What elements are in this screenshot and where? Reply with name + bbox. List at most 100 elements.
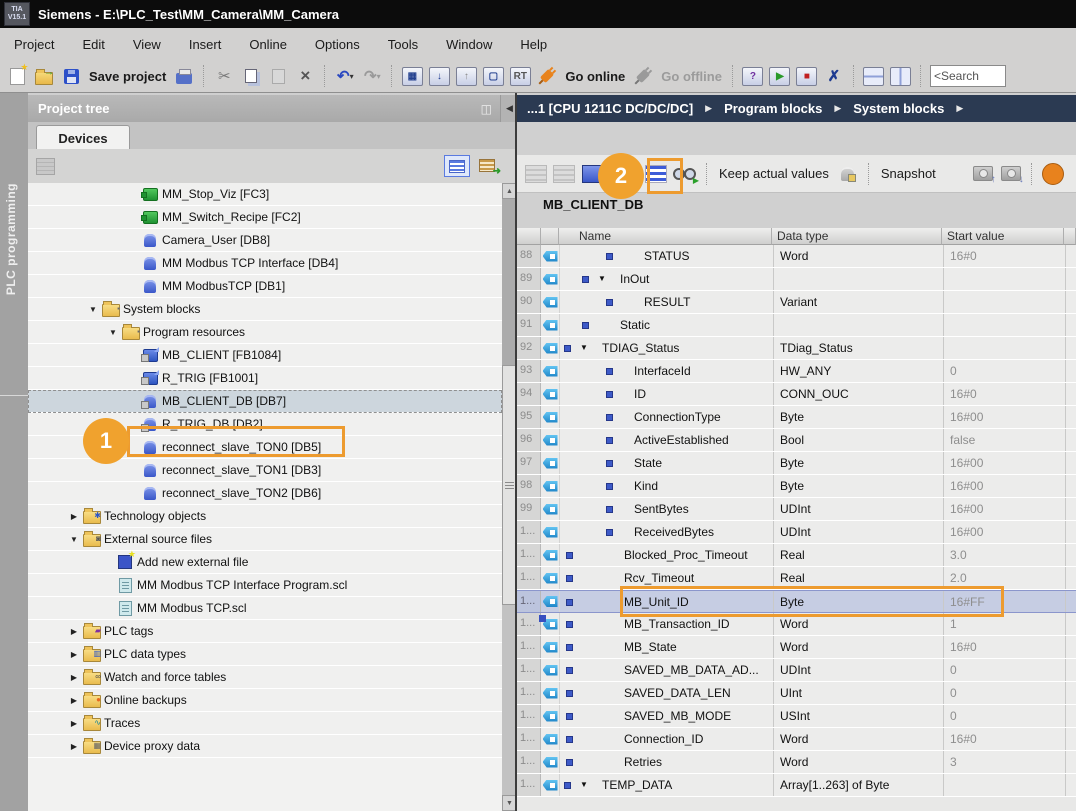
start-value-cell[interactable]: 16#00 <box>944 475 1066 497</box>
name-cell[interactable]: Static <box>560 314 774 336</box>
table-row-saved-data-len[interactable]: 1...SAVED_DATA_LENUInt0 <box>517 682 1076 705</box>
expander-open-icon[interactable]: ▼ <box>105 328 121 337</box>
tree-item-camera-user-db8[interactable]: Camera_User [DB8] <box>28 229 502 252</box>
paste-button[interactable] <box>267 64 289 88</box>
start-value-cell[interactable] <box>944 774 1066 796</box>
go-online-button[interactable] <box>536 64 558 88</box>
online-diagnostics-button[interactable]: ? <box>742 64 764 88</box>
menu-item-online[interactable]: Online <box>235 33 301 56</box>
table-row-static[interactable]: 91Static <box>517 314 1076 337</box>
undo-button[interactable]: ↶▾ <box>334 64 356 88</box>
tree-item-mb-client-db-db7[interactable]: MB_CLIENT_DB [DB7] <box>28 390 502 413</box>
data-type-cell[interactable] <box>774 268 944 290</box>
tree-item-mm-modbus-tcp-scl[interactable]: MM Modbus TCP.scl <box>28 597 502 620</box>
table-row-tdiag-status[interactable]: 92▼TDIAG_StatusTDiag_Status <box>517 337 1076 360</box>
header-name[interactable]: Name <box>559 228 772 245</box>
rail-label[interactable]: PLC programming <box>4 183 18 295</box>
start-value-cell[interactable]: 0 <box>944 360 1066 382</box>
header-start-value[interactable]: Start value <box>942 228 1064 245</box>
name-cell[interactable]: MB_State <box>560 636 774 658</box>
table-row-mb-unit-id[interactable]: 1...MB_Unit_IDByte16#FF <box>517 590 1076 613</box>
data-type-cell[interactable]: TDiag_Status <box>774 337 944 359</box>
name-cell[interactable]: SAVED_DATA_LEN <box>560 682 774 704</box>
name-cell[interactable]: Rcv_Timeout <box>560 567 774 589</box>
table-row-rcv-timeout[interactable]: 1...Rcv_TimeoutReal2.0 <box>517 567 1076 590</box>
menu-item-edit[interactable]: Edit <box>68 33 118 56</box>
tree-item-device-proxy-data[interactable]: ▶▦Device proxy data <box>28 735 502 758</box>
table-row-inout[interactable]: 89▼InOut <box>517 268 1076 291</box>
open-project-button[interactable] <box>33 64 55 88</box>
snapshot-label[interactable]: Snapshot <box>879 166 938 181</box>
data-type-cell[interactable]: Byte <box>774 406 944 428</box>
open-editor-button[interactable] <box>475 155 499 175</box>
table-row-blocked-proc-timeout[interactable]: 1...Blocked_Proc_TimeoutReal3.0 <box>517 544 1076 567</box>
keep-actual-values-button[interactable] <box>837 162 859 186</box>
name-cell[interactable]: ▼InOut <box>560 268 774 290</box>
runtime-button[interactable]: RT <box>509 64 531 88</box>
tree-item-traces[interactable]: ▶∿Traces <box>28 712 502 735</box>
start-value-cell[interactable]: 16#00 <box>944 521 1066 543</box>
start-cpu-button[interactable]: ▶ <box>769 64 791 88</box>
tree-diagram-icon[interactable] <box>36 158 55 175</box>
start-value-cell[interactable]: 16#00 <box>944 452 1066 474</box>
start-value-cell[interactable]: 16#0 <box>944 636 1066 658</box>
name-cell[interactable]: ▼TDIAG_Status <box>560 337 774 359</box>
start-value-cell[interactable] <box>944 314 1066 336</box>
snapshot-download-button[interactable] <box>1000 162 1022 186</box>
tree-item-system-blocks[interactable]: ▼▪System blocks <box>28 298 502 321</box>
start-value-cell[interactable]: 3.0 <box>944 544 1066 566</box>
tab-devices[interactable]: Devices <box>36 125 130 150</box>
table-row-saved-mb-mode[interactable]: 1...SAVED_MB_MODEUSInt0 <box>517 705 1076 728</box>
start-value-cell[interactable] <box>944 337 1066 359</box>
keep-actual-values-label[interactable]: Keep actual values <box>717 166 831 181</box>
menu-item-project[interactable]: Project <box>0 33 68 56</box>
expander-open-icon[interactable]: ▼ <box>598 274 606 283</box>
start-simulation-button[interactable]: ▢ <box>482 64 504 88</box>
menu-item-view[interactable]: View <box>119 33 175 56</box>
start-value-cell[interactable]: 0 <box>944 659 1066 681</box>
upload-from-device-button[interactable]: ↑ <box>455 64 477 88</box>
start-value-cell[interactable]: 0 <box>944 705 1066 727</box>
table-row-activeestablished[interactable]: 96ActiveEstablishedBoolfalse <box>517 429 1076 452</box>
table-row-mb-transaction-id[interactable]: 1...MB_Transaction_IDWord1 <box>517 613 1076 636</box>
tree-item-mm-modbus-tcp-interface-db4[interactable]: MM Modbus TCP Interface [DB4] <box>28 252 502 275</box>
breadcrumb-item[interactable]: System blocks <box>853 101 944 116</box>
name-cell[interactable]: State <box>560 452 774 474</box>
data-type-cell[interactable]: Byte <box>774 591 944 612</box>
tree-item-technology-objects[interactable]: ▶✱Technology objects <box>28 505 502 528</box>
tree-item-online-backups[interactable]: ▶●Online backups <box>28 689 502 712</box>
table-row-result[interactable]: 90RESULTVariant <box>517 291 1076 314</box>
start-value-cell[interactable]: 16#0 <box>944 245 1066 267</box>
start-value-cell[interactable]: 0 <box>944 682 1066 704</box>
name-cell[interactable]: ID <box>560 383 774 405</box>
save-project-label[interactable]: Save project <box>87 69 168 84</box>
data-type-cell[interactable]: Word <box>774 751 944 773</box>
stop-cpu-button[interactable]: ■ <box>796 64 818 88</box>
data-type-cell[interactable]: UDInt <box>774 521 944 543</box>
table-row-kind[interactable]: 98KindByte16#00 <box>517 475 1076 498</box>
start-value-cell[interactable]: 16#FF <box>944 591 1066 612</box>
name-cell[interactable]: ▼TEMP_DATA <box>560 774 774 796</box>
panes-icon[interactable]: ◫ <box>481 102 492 116</box>
header-data-type[interactable]: Data type <box>772 228 942 245</box>
data-type-cell[interactable]: UInt <box>774 682 944 704</box>
name-cell[interactable]: MB_Unit_ID <box>560 591 774 612</box>
name-cell[interactable]: MB_Transaction_ID <box>560 613 774 635</box>
data-type-cell[interactable]: Real <box>774 567 944 589</box>
download-to-device-button[interactable]: ↓ <box>428 64 450 88</box>
tree-item-mm-modbus-tcp-interface-program-scl[interactable]: MM Modbus TCP Interface Program.scl <box>28 574 502 597</box>
tree-item-watch-and-force-tables[interactable]: ▶∞Watch and force tables <box>28 666 502 689</box>
expander-open-icon[interactable]: ▼ <box>580 343 588 352</box>
split-vertical-button[interactable] <box>890 64 912 88</box>
redo-button[interactable]: ↷▾ <box>361 64 383 88</box>
table-row-id[interactable]: 94IDCONN_OUC16#0 <box>517 383 1076 406</box>
redo-dropdown-icon[interactable]: ▾ <box>377 72 381 81</box>
start-value-cell[interactable] <box>944 291 1066 313</box>
monitor-all-button[interactable] <box>673 162 697 186</box>
name-cell[interactable]: RESULT <box>560 291 774 313</box>
name-cell[interactable]: Retries <box>560 751 774 773</box>
snapshot-upload-button[interactable] <box>972 162 994 186</box>
data-type-cell[interactable]: USInt <box>774 705 944 727</box>
breadcrumb-item[interactable]: ...1 [CPU 1211C DC/DC/DC] <box>527 101 693 116</box>
menu-item-help[interactable]: Help <box>506 33 561 56</box>
